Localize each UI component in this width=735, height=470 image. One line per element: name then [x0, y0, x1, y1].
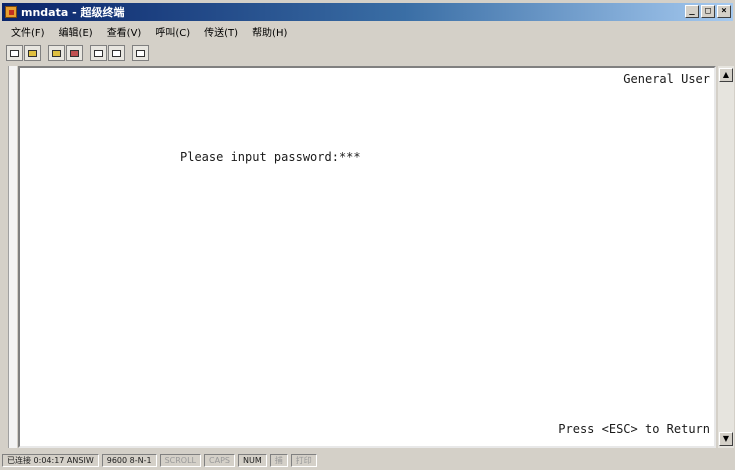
- left-gutter: [8, 66, 17, 448]
- menu-edit[interactable]: 编辑(E): [52, 24, 100, 39]
- hyperterminal-icon[interactable]: [5, 6, 17, 18]
- maximize-button[interactable]: □: [701, 5, 715, 18]
- menu-bar: 文件(F) 编辑(E) 查看(V) 呼叫(C) 传送(T) 帮助(H): [4, 23, 294, 39]
- disconnect-icon[interactable]: [66, 45, 83, 61]
- receive-icon[interactable]: [108, 45, 125, 61]
- close-button[interactable]: ×: [717, 5, 731, 18]
- status-bar: 已连接 0:04:17 ANSIW 9600 8-N-1 SCROLL CAPS…: [2, 452, 733, 468]
- status-num: NUM: [237, 453, 267, 467]
- title-bar[interactable]: mndata - 超级终端 _ □ ×: [2, 3, 733, 21]
- window-title: mndata - 超级终端: [21, 6, 125, 19]
- menu-view[interactable]: 查看(V): [100, 24, 149, 39]
- return-hint: Press <ESC> to Return: [558, 422, 710, 436]
- menu-help[interactable]: 帮助(H): [245, 24, 294, 39]
- toolbar: [6, 42, 150, 64]
- status-connection: 已连接 0:04:17 ANSIW: [2, 453, 99, 467]
- status-scroll: SCROLL: [159, 453, 202, 467]
- status-capture: 捕: [269, 453, 288, 467]
- password-prompt: Please input password:***: [180, 150, 361, 164]
- terminal-screen[interactable]: General User Please input password:*** P…: [18, 66, 716, 448]
- minimize-button[interactable]: _: [685, 5, 699, 18]
- menu-file[interactable]: 文件(F): [4, 24, 52, 39]
- connect-icon[interactable]: [48, 45, 65, 61]
- status-print: 打印: [290, 453, 317, 467]
- window-controls: _ □ ×: [685, 5, 731, 18]
- properties-icon[interactable]: [132, 45, 149, 61]
- menu-call[interactable]: 呼叫(C): [148, 24, 197, 39]
- send-icon[interactable]: [90, 45, 107, 61]
- new-icon[interactable]: [6, 45, 23, 61]
- vertical-scrollbar[interactable]: ▲ ▼: [718, 66, 734, 448]
- status-caps: CAPS: [204, 453, 235, 467]
- menu-transfer[interactable]: 传送(T): [197, 24, 245, 39]
- user-level-label: General User: [623, 72, 710, 86]
- scroll-down-icon[interactable]: ▼: [719, 432, 733, 446]
- scroll-up-icon[interactable]: ▲: [719, 68, 733, 82]
- hyperterminal-window: mndata - 超级终端 _ □ × 文件(F) 编辑(E) 查看(V) 呼叫…: [0, 0, 735, 470]
- open-icon[interactable]: [24, 45, 41, 61]
- status-port-settings: 9600 8-N-1: [101, 453, 157, 467]
